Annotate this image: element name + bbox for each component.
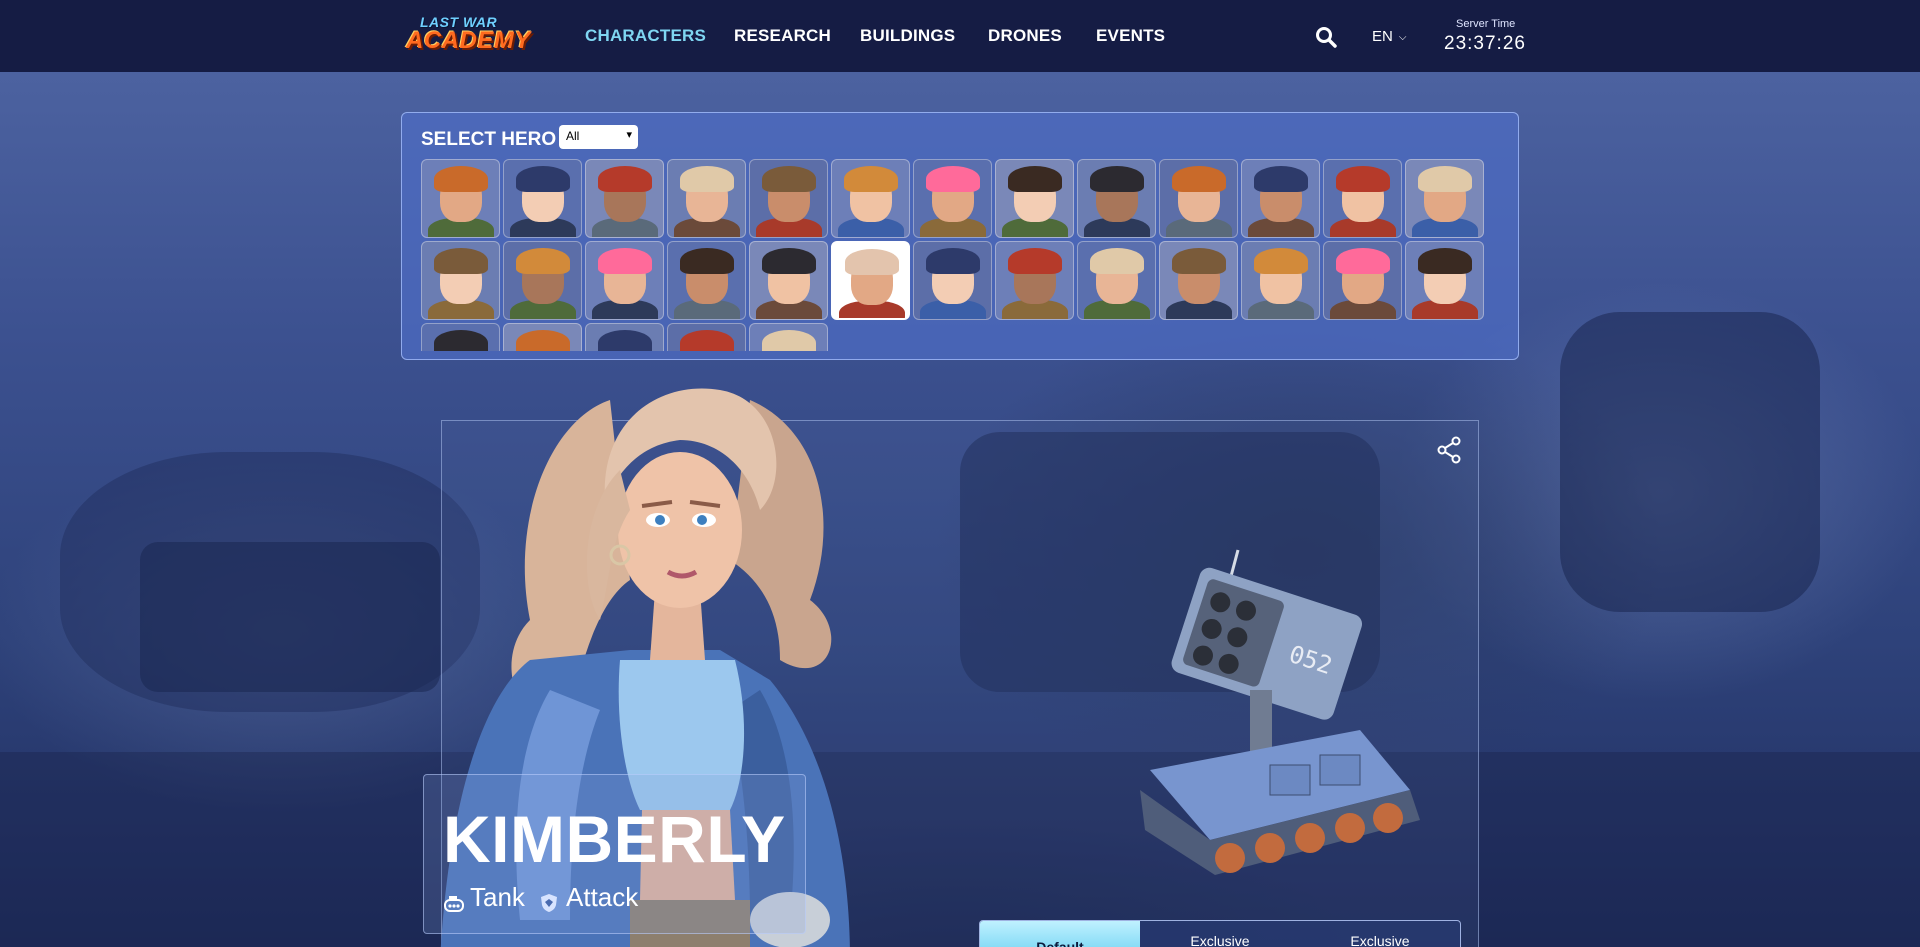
portrait-hair xyxy=(926,248,980,274)
portrait-hair xyxy=(845,249,899,275)
portrait-hair xyxy=(434,248,488,274)
portrait-hair xyxy=(926,166,980,192)
hero-portrait[interactable] xyxy=(667,241,746,320)
bg-robot-silhouette xyxy=(1560,312,1820,612)
portrait-hair xyxy=(680,330,734,351)
chevron-down-icon: ⌵ xyxy=(1398,32,1407,43)
tab-default-skin[interactable]: Default xyxy=(980,921,1140,947)
portrait-hair xyxy=(762,330,816,351)
hero-role-label: Attack xyxy=(566,882,639,912)
hero-portrait[interactable] xyxy=(421,159,500,238)
hero-portrait[interactable] xyxy=(503,323,582,351)
portrait-hair xyxy=(516,166,570,192)
hero-portrait[interactable] xyxy=(503,159,582,238)
portrait-hair xyxy=(1336,166,1390,192)
hero-portrait[interactable] xyxy=(1159,159,1238,238)
search-icon[interactable] xyxy=(1315,26,1337,48)
hero-portrait[interactable] xyxy=(1159,241,1238,320)
hero-portrait[interactable] xyxy=(995,159,1074,238)
hero-portrait[interactable] xyxy=(421,323,500,351)
nav-characters[interactable]: CHARACTERS xyxy=(585,26,706,46)
hero-portrait[interactable] xyxy=(831,159,910,238)
hero-portrait[interactable] xyxy=(1241,159,1320,238)
chevron-down-icon: ▾ xyxy=(626,129,632,141)
hero-type-label: Tank xyxy=(470,882,525,912)
hero-portrait[interactable] xyxy=(667,159,746,238)
portrait-hair xyxy=(1254,166,1308,192)
portrait-hair xyxy=(598,330,652,351)
hero-portrait[interactable] xyxy=(1405,159,1484,238)
bg-tank-silhouette xyxy=(140,542,440,692)
portrait-hair xyxy=(1090,166,1144,192)
hero-portrait[interactable] xyxy=(667,323,746,351)
nav-events[interactable]: EVENTS xyxy=(1096,26,1165,46)
hero-filter-value: All xyxy=(566,129,580,143)
portrait-hair xyxy=(516,248,570,274)
hero-name: KIMBERLY xyxy=(443,802,786,876)
language-value: EN xyxy=(1372,28,1393,45)
hero-type-badge: Tank xyxy=(444,882,525,913)
hero-portrait[interactable] xyxy=(995,241,1074,320)
hero-portrait[interactable] xyxy=(421,241,500,320)
hero-portrait[interactable] xyxy=(585,241,664,320)
language-selector[interactable]: EN ⌵ xyxy=(1372,28,1406,45)
portrait-hair xyxy=(762,166,816,192)
tab-exclusive-skin-2[interactable]: Exclusive xyxy=(1300,921,1460,947)
portrait-hair xyxy=(434,330,488,351)
hero-portrait[interactable] xyxy=(749,159,828,238)
nav-drones[interactable]: DRONES xyxy=(988,26,1062,46)
hero-vehicle-illustration: 052 xyxy=(1120,540,1430,900)
portrait-hair xyxy=(1418,166,1472,192)
hero-portrait[interactable] xyxy=(749,323,828,351)
logo-bottom-text: ACADEMY xyxy=(406,27,531,54)
tank-icon xyxy=(444,889,464,912)
portrait-hair xyxy=(1172,166,1226,192)
site-logo[interactable]: LAST WAR ACADEMY xyxy=(406,14,530,56)
hero-portrait[interactable] xyxy=(585,159,664,238)
hero-portrait[interactable] xyxy=(585,323,664,351)
shield-icon xyxy=(540,889,560,912)
nav-research[interactable]: RESEARCH xyxy=(734,26,831,46)
hero-portrait[interactable] xyxy=(1323,241,1402,320)
portrait-hair xyxy=(1254,248,1308,274)
hero-portrait-grid xyxy=(421,159,1491,351)
hero-portrait[interactable] xyxy=(913,241,992,320)
hero-portrait[interactable] xyxy=(749,241,828,320)
hero-portrait[interactable] xyxy=(831,241,910,320)
hero-portrait[interactable] xyxy=(1323,159,1402,238)
hero-filter-dropdown[interactable]: All ▾ xyxy=(559,125,638,149)
nav-buildings[interactable]: BUILDINGS xyxy=(860,26,955,46)
hero-portrait[interactable] xyxy=(1405,241,1484,320)
portrait-hair xyxy=(844,166,898,192)
share-icon[interactable] xyxy=(1436,436,1462,464)
portrait-hair xyxy=(1008,248,1062,274)
hero-select-panel: SELECT HERO All ▾ xyxy=(401,112,1519,360)
hero-portrait[interactable] xyxy=(1077,159,1156,238)
portrait-hair xyxy=(1090,248,1144,274)
portrait-hair xyxy=(1336,248,1390,274)
top-nav-bar: LAST WAR ACADEMY CHARACTERS RESEARCH BUI… xyxy=(0,0,1920,72)
portrait-hair xyxy=(598,248,652,274)
select-hero-title: SELECT HERO xyxy=(421,129,557,150)
portrait-hair xyxy=(680,248,734,274)
server-time-value: 23:37:26 xyxy=(1444,33,1526,54)
hero-portrait[interactable] xyxy=(1241,241,1320,320)
hero-portrait[interactable] xyxy=(913,159,992,238)
portrait-hair xyxy=(1008,166,1062,192)
portrait-hair xyxy=(598,166,652,192)
portrait-hair xyxy=(516,330,570,351)
portrait-hair xyxy=(680,166,734,192)
skin-tabs: Default Exclusive Exclusive xyxy=(979,920,1461,947)
portrait-hair xyxy=(1418,248,1472,274)
portrait-hair xyxy=(762,248,816,274)
hero-portrait[interactable] xyxy=(503,241,582,320)
tab-exclusive-skin-1[interactable]: Exclusive xyxy=(1140,921,1300,947)
hero-role-badge: Attack xyxy=(540,882,638,913)
server-time-label: Server Time xyxy=(1456,18,1516,30)
hero-portrait[interactable] xyxy=(1077,241,1156,320)
portrait-hair xyxy=(1172,248,1226,274)
portrait-hair xyxy=(434,166,488,192)
